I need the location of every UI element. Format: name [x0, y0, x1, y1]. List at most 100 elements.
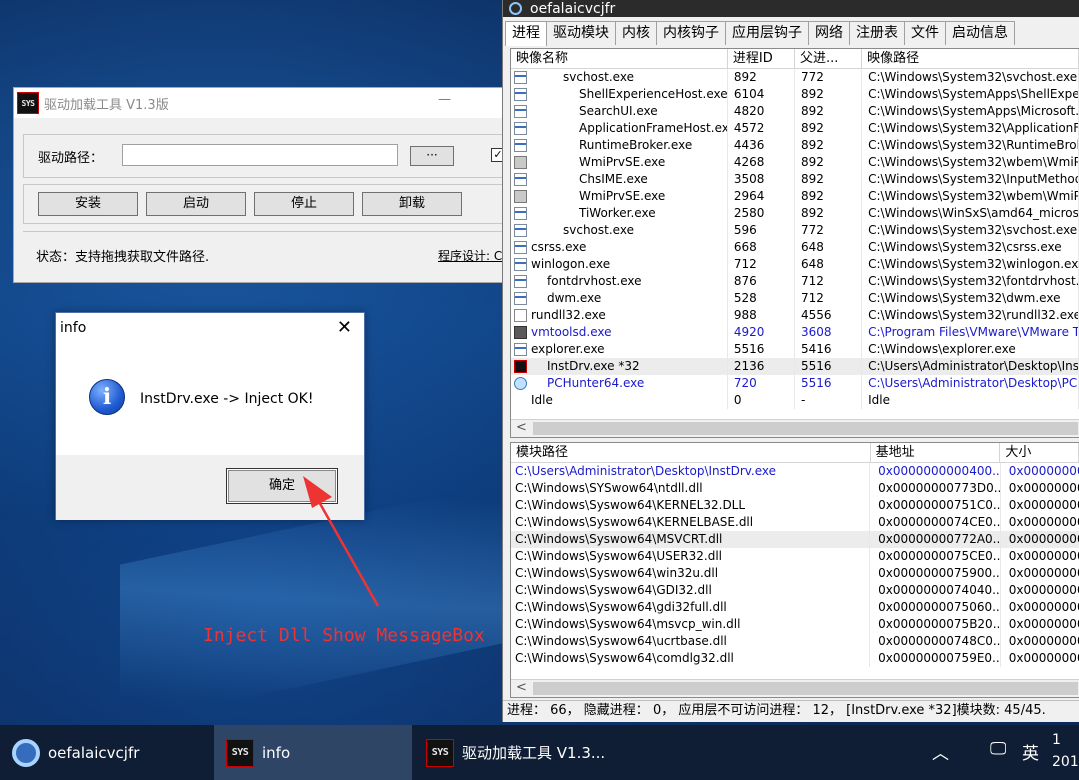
- sys-icon: [514, 360, 527, 373]
- process-path: Idle: [862, 392, 1079, 409]
- process-row[interactable]: ChsIME.exe 3508 892 C:\Windows\System32\Inp…: [511, 171, 1079, 188]
- process-ppid: -: [795, 392, 863, 409]
- module-row[interactable]: C:\Windows\Syswow64\comdlg32.dll 0x000000…: [511, 650, 1079, 667]
- process-row[interactable]: ApplicationFrameHost.exe 4572 892 C:\Window…: [511, 120, 1079, 137]
- process-row[interactable]: rundll32.exe 988 4556 C:\Windows\System32\r…: [511, 307, 1079, 324]
- taskbar-item-pchunter[interactable]: oefalaicvcjfr: [0, 725, 212, 780]
- col-size[interactable]: 大小: [1000, 443, 1079, 462]
- process-pid: 892: [728, 69, 795, 86]
- col-base-address[interactable]: 基地址: [871, 443, 1001, 462]
- module-path: C:\Windows\Syswow64\KERNEL32.DLL: [515, 498, 746, 512]
- module-row[interactable]: C:\Windows\Syswow64\KERNELBASE.dll 0x0000…: [511, 514, 1079, 531]
- tab-registry[interactable]: 注册表: [849, 21, 905, 45]
- process-pid: 2136: [728, 358, 795, 375]
- col-ppid[interactable]: 父进...: [795, 49, 863, 68]
- module-row[interactable]: C:\Windows\SYSwow64\ntdll.dll 0x000000007…: [511, 480, 1079, 497]
- module-row[interactable]: C:\Windows\Syswow64\MSVCRT.dll 0x00000000…: [511, 531, 1079, 548]
- process-row[interactable]: WmiPrvSE.exe 4268 892 C:\Windows\System32\w…: [511, 154, 1079, 171]
- taskbar-item-info[interactable]: SYS info: [214, 725, 412, 780]
- process-row[interactable]: fontdrvhost.exe 876 712 C:\Windows\System32…: [511, 273, 1079, 290]
- process-name-cell: explorer.exe: [511, 341, 728, 358]
- col-pid[interactable]: 进程ID: [728, 49, 795, 68]
- module-size: 0x00000000: [999, 514, 1079, 531]
- process-row[interactable]: dwm.exe 528 712 C:\Windows\System32\dwm.exe: [511, 290, 1079, 307]
- process-row[interactable]: PCHunter64.exe 720 5516 C:\Users\Administra…: [511, 375, 1079, 392]
- module-base: 0x00000000773D0...: [869, 480, 1000, 497]
- process-pid: 0: [728, 392, 795, 409]
- process-name: rundll32.exe: [531, 308, 606, 322]
- process-row[interactable]: InstDrv.exe *32 2136 5516 C:\Users\Administ…: [511, 358, 1079, 375]
- scroll-thumb[interactable]: [533, 682, 1078, 695]
- col-image-path[interactable]: 映像路径: [862, 49, 1079, 68]
- module-base: 0x00000000748C0...: [869, 633, 1000, 650]
- module-hscrollbar[interactable]: <: [511, 679, 1079, 697]
- scroll-left-icon[interactable]: <: [516, 680, 527, 695]
- module-list[interactable]: 模块路径 基地址 大小 C:\Users\Administrator\Deskt…: [510, 442, 1079, 698]
- process-name-cell: SearchUI.exe: [511, 103, 728, 120]
- module-size: 0x00000000: [999, 616, 1079, 633]
- process-row[interactable]: vmtoolsd.exe 4920 3608 C:\Program Files\VMw…: [511, 324, 1079, 341]
- process-path: C:\Windows\System32\InputMethod\C: [862, 171, 1079, 188]
- tab-driver-modules[interactable]: 驱动模块: [546, 21, 616, 45]
- module-row[interactable]: C:\Windows\Syswow64\ucrtbase.dll 0x000000…: [511, 633, 1079, 650]
- process-row[interactable]: ShellExperienceHost.exe 6104 892 C:\Windows…: [511, 86, 1079, 103]
- module-row[interactable]: C:\Windows\Syswow64\KERNEL32.DLL 0x000000…: [511, 497, 1079, 514]
- process-row[interactable]: csrss.exe 668 648 C:\Windows\System32\csrss…: [511, 239, 1079, 256]
- tab-network[interactable]: 网络: [808, 21, 850, 45]
- taskbar-item-driver-loader[interactable]: SYS 驱动加载工具 V1.3...: [414, 725, 614, 780]
- process-pid: 4920: [728, 324, 795, 341]
- clock[interactable]: 1 201: [1052, 729, 1079, 773]
- module-path: C:\Windows\Syswow64\win32u.dll: [515, 566, 719, 580]
- process-name: ApplicationFrameHost.exe: [579, 121, 728, 135]
- module-row[interactable]: C:\Windows\Syswow64\win32u.dll 0x00000000…: [511, 565, 1079, 582]
- process-row[interactable]: TiWorker.exe 2580 892 C:\Windows\WinSxS\amd…: [511, 205, 1079, 222]
- process-name: PCHunter64.exe: [547, 376, 645, 390]
- process-hscrollbar[interactable]: <: [511, 419, 1079, 437]
- module-size: 0x00000000: [999, 480, 1079, 497]
- col-module-path[interactable]: 模块路径: [511, 443, 871, 462]
- process-name-cell: csrss.exe: [511, 239, 728, 256]
- process-name-cell: winlogon.exe: [511, 256, 728, 273]
- pchunter-titlebar[interactable]: oefalaicvcjfr: [503, 0, 1079, 17]
- window-icon: [514, 88, 527, 101]
- process-row[interactable]: svchost.exe 892 772 C:\Windows\System32\svc…: [511, 69, 1079, 86]
- process-row[interactable]: winlogon.exe 712 648 C:\Windows\System32\wi…: [511, 256, 1079, 273]
- process-path: C:\Windows\System32\rundll32.exe: [862, 307, 1079, 324]
- process-pid: 2964: [728, 188, 795, 205]
- process-row[interactable]: SearchUI.exe 4820 892 C:\Windows\SystemApps…: [511, 103, 1079, 120]
- window-icon: [514, 122, 527, 135]
- module-size: 0x00000000: [999, 548, 1079, 565]
- tab-kernel-hooks[interactable]: 内核钩子: [656, 21, 726, 45]
- network-icon[interactable]: 🖵: [990, 739, 1006, 759]
- pchunter-icon: [514, 377, 527, 390]
- tab-user-hooks[interactable]: 应用层钩子: [725, 21, 809, 45]
- tab-process[interactable]: 进程: [505, 21, 547, 46]
- module-row[interactable]: C:\Users\Administrator\Desktop\InstDrv.e…: [511, 463, 1079, 480]
- process-row[interactable]: explorer.exe 5516 5416 C:\Windows\explorer.…: [511, 341, 1079, 358]
- scroll-thumb[interactable]: [533, 422, 1078, 435]
- scroll-left-icon[interactable]: <: [516, 420, 527, 435]
- process-list[interactable]: 映像名称 进程ID 父进... 映像路径 svchost.exe 892 772 C:…: [510, 48, 1079, 438]
- module-row[interactable]: C:\Windows\Syswow64\GDI32.dll 0x000000007…: [511, 582, 1079, 599]
- process-ppid: 5516: [795, 375, 863, 392]
- module-row[interactable]: C:\Windows\Syswow64\gdi32full.dll 0x00000…: [511, 599, 1079, 616]
- process-name-cell: svchost.exe: [511, 69, 728, 86]
- col-image-name[interactable]: 映像名称: [511, 49, 728, 68]
- tab-kernel[interactable]: 内核: [615, 21, 657, 45]
- pchunter-status-bar: 进程： 66， 隐藏进程： 0， 应用层不可访问进程： 12， [InstDrv…: [503, 700, 1079, 722]
- module-row[interactable]: C:\Windows\Syswow64\msvcp_win.dll 0x00000…: [511, 616, 1079, 633]
- process-row[interactable]: WmiPrvSE.exe 2964 892 C:\Windows\System32\w…: [511, 188, 1079, 205]
- chevron-up-icon[interactable]: ︿: [932, 739, 949, 764]
- tab-file[interactable]: 文件: [904, 21, 946, 45]
- process-pid: 4572: [728, 120, 795, 137]
- tab-startup-info[interactable]: 启动信息: [945, 21, 1015, 45]
- sys-icon: SYS: [426, 738, 454, 767]
- ime-indicator[interactable]: 英: [1022, 739, 1039, 764]
- process-row[interactable]: Idle 0- Idle: [511, 392, 1079, 409]
- process-row[interactable]: RuntimeBroker.exe 4436 892 C:\Windows\Syste…: [511, 137, 1079, 154]
- process-ppid: 5516: [795, 358, 863, 375]
- module-path: C:\Windows\Syswow64\MSVCRT.dll: [515, 532, 723, 546]
- module-row[interactable]: C:\Windows\Syswow64\USER32.dll 0x00000000…: [511, 548, 1079, 565]
- process-row[interactable]: svchost.exe 596 772 C:\Windows\System32\svc…: [511, 222, 1079, 239]
- process-name: csrss.exe: [531, 240, 587, 254]
